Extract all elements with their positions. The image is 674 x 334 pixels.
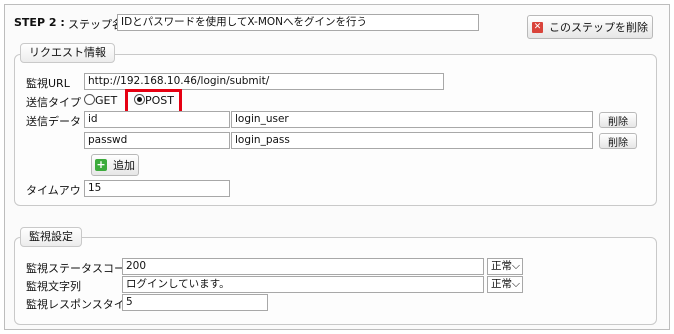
send-data-key-input[interactable]: id <box>84 111 230 128</box>
send-data-key-input[interactable]: passwd <box>84 132 230 149</box>
add-button-label: 追加 <box>113 159 135 172</box>
delete-icon: ✕ <box>532 21 543 33</box>
status-code-select-value: 正常 <box>491 260 512 272</box>
send-type-label: 送信タイプ <box>26 96 81 109</box>
timeout-input[interactable]: 15 <box>84 180 230 197</box>
url-input[interactable]: http://192.168.10.46/login/submit/ <box>84 73 444 90</box>
delete-step-button[interactable]: ✕ このステップを削除 <box>527 15 653 39</box>
response-time-label: 監視レスポンスタイム <box>26 298 136 311</box>
step-panel: STEP 2 : ステップ名称 IDとパスワードを使用してX-MONへをグインを… <box>4 4 670 330</box>
status-code-select[interactable]: 正常⌵ <box>487 258 523 275</box>
radio-get[interactable] <box>84 94 95 105</box>
timeout-label: タイムアウト <box>26 184 92 197</box>
string-select-value: 正常 <box>491 278 512 290</box>
monitor-settings-legend: 監視設定 <box>20 227 82 247</box>
chevron-down-icon: ⌵ <box>512 278 520 290</box>
step-number-label: STEP 2 : <box>14 16 65 29</box>
string-input[interactable]: ログインしています。 <box>122 276 484 293</box>
chevron-down-icon: ⌵ <box>512 260 520 272</box>
string-label: 監視文字列 <box>26 280 81 293</box>
send-data-delete-button[interactable]: 削除 <box>599 112 637 128</box>
string-select[interactable]: 正常⌵ <box>487 276 523 293</box>
send-data-delete-button[interactable]: 削除 <box>599 133 637 149</box>
send-data-label: 送信データ <box>26 115 81 128</box>
delete-step-button-label: このステップを削除 <box>549 21 648 34</box>
send-data-value-input[interactable]: login_pass <box>231 132 593 149</box>
response-time-input[interactable]: 5 <box>122 294 268 311</box>
url-label: 監視URL <box>26 77 70 90</box>
add-icon: + <box>95 158 107 171</box>
send-data-value-input[interactable]: login_user <box>231 111 593 128</box>
request-info-legend: リクエスト情報 <box>20 43 115 63</box>
add-button[interactable]: + 追加 <box>91 154 139 176</box>
status-code-label: 監視ステータスコード <box>26 262 136 275</box>
radio-get-label: GET <box>95 94 118 107</box>
status-code-input[interactable]: 200 <box>122 258 484 275</box>
step-name-input[interactable]: IDとパスワードを使用してX-MONへをグインを行う <box>117 14 479 31</box>
